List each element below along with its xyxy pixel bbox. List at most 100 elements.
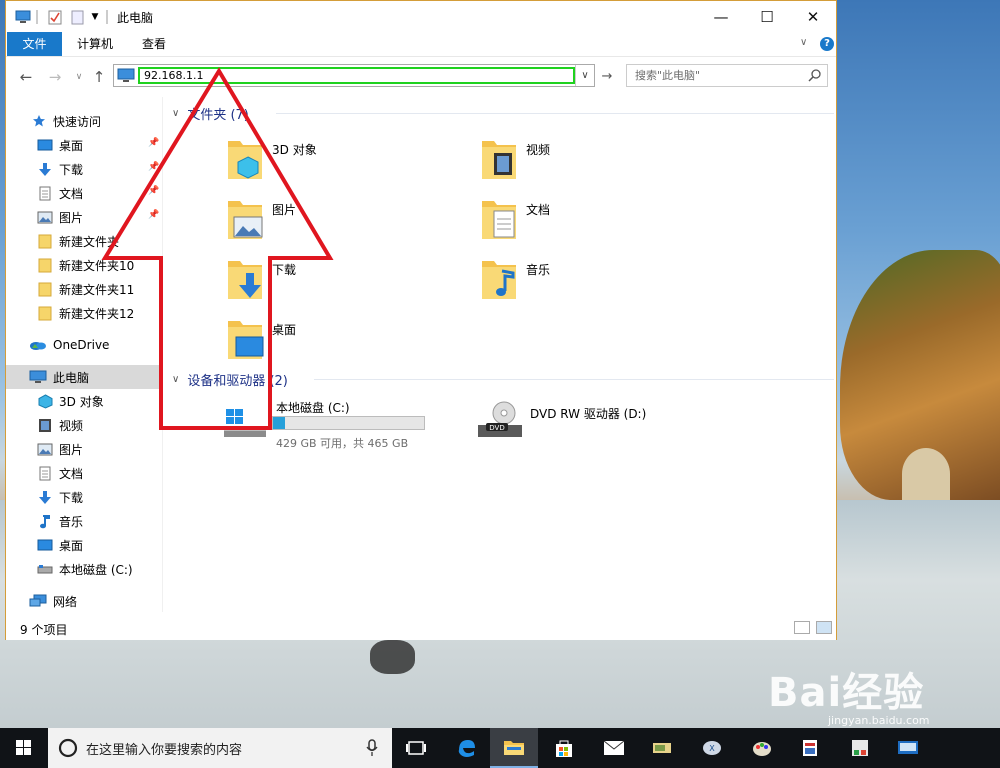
folder-tile-downloads[interactable]: 下载 [226,255,466,311]
sidebar-item-onedrive[interactable]: OneDrive [6,333,163,357]
picture-icon [37,441,53,457]
drive-label: DVD RW 驱动器 (D:) [530,407,647,421]
network-icon [29,593,47,609]
sidebar-item-new-folder[interactable]: 新建文件夹 [6,229,163,253]
new-folder-icon[interactable] [68,8,86,26]
taskbar: 在这里输入你要搜索的内容 X [0,728,1000,768]
pin-icon[interactable]: 📌 [148,186,159,196]
sidebar-item-label: 图片 [59,442,84,457]
search-input[interactable] [627,65,802,86]
folder-tile-3d-objects[interactable]: 3D 对象 [226,135,466,191]
folder-tile-desktop[interactable]: 桌面 [226,315,466,371]
sidebar-item-label: 3D 对象 [59,394,104,409]
folder-tile-music[interactable]: 音乐 [480,255,720,311]
pin-icon[interactable]: 📌 [148,210,159,220]
folders-group-header[interactable]: ∨ 文件夹 (7) [172,102,249,124]
edge-icon[interactable] [442,728,490,768]
sidebar-item-desktop-2[interactable]: 桌面 [6,533,163,557]
sidebar-item-network[interactable]: 网络 [6,589,163,613]
help-icon[interactable]: ? [820,37,834,51]
properties-icon[interactable] [46,8,64,26]
file-explorer-window: ▼ 此电脑 — ☐ ✕ 文件 计算机 查看 ∨ ? ← → ∨ ↑ ∨ → [5,0,837,640]
sidebar-item-pictures-2[interactable]: 图片 [6,437,163,461]
sidebar-item-new-folder-10[interactable]: 新建文件夹10 [6,253,163,277]
onedrive-icon [29,337,47,353]
drive-tile-dvd-d[interactable]: DVD DVD RW 驱动器 (D:) [476,395,746,451]
computer-icon [29,369,47,385]
file-explorer-icon[interactable] [490,728,538,768]
close-icon[interactable]: ✕ [790,1,836,32]
customize-toolbar-icon[interactable]: ▼ [88,8,102,26]
forward-icon[interactable]: → [44,66,66,88]
sidebar-item-music[interactable]: 音乐 [6,509,163,533]
tab-view[interactable]: 查看 [131,32,177,56]
sidebar-item-new-folder-11[interactable]: 新建文件夹11 [6,277,163,301]
baidu-jingyan-watermark: Bai经验 jingyan.baidu.com [768,660,930,727]
windows-start-icon[interactable] [0,728,48,768]
maximize-icon[interactable]: ☐ [744,1,790,32]
group-divider [314,379,834,380]
search-box[interactable] [626,64,828,87]
go-arrow-icon[interactable]: → [598,66,616,86]
mail-icon[interactable] [590,728,638,768]
document-icon [37,185,53,201]
minimize-icon[interactable]: — [698,1,744,32]
watermark-url: jingyan.baidu.com [828,714,930,727]
sidebar-item-label: 快速访问 [53,114,102,129]
address-dropdown-icon[interactable]: ∨ [575,65,594,86]
app-icon[interactable]: X [688,728,736,768]
app-icon[interactable] [786,728,834,768]
sidebar-item-3d-objects[interactable]: 3D 对象 [6,389,163,413]
paint-icon[interactable] [738,728,786,768]
pin-icon[interactable]: 📌 [148,138,159,148]
taskbar-search-box[interactable]: 在这里输入你要搜索的内容 [48,728,392,768]
address-input[interactable] [138,67,575,84]
divider [106,10,108,24]
sidebar-item-this-pc[interactable]: 此电脑 [6,365,163,389]
sidebar-item-documents[interactable]: 文档 📌 [6,181,163,205]
folder-tile-videos[interactable]: 视频 [480,135,720,191]
address-bar[interactable]: ∨ [113,64,595,87]
up-icon[interactable]: ↑ [88,66,110,88]
3d-objects-icon [37,393,53,409]
sidebar-item-local-disk-c[interactable]: 本地磁盘 (C:) [6,557,163,581]
sidebar-item-label: 此电脑 [53,370,90,385]
computer-icon [14,8,32,26]
title-bar[interactable]: ▼ 此电脑 — ☐ ✕ [6,1,836,32]
pin-icon[interactable]: 📌 [148,162,159,172]
drive-icon [37,561,53,577]
details-view-icon[interactable] [794,621,810,634]
folder-tile-documents[interactable]: 文档 [480,195,720,251]
task-view-icon[interactable] [392,728,440,768]
store-icon[interactable] [540,728,588,768]
cortana-icon[interactable] [58,738,78,758]
app-icon[interactable] [836,728,884,768]
sidebar-item-downloads-2[interactable]: 下载 [6,485,163,509]
app-icon[interactable] [638,728,686,768]
expand-ribbon-icon[interactable]: ∨ [800,37,807,48]
sidebar-item-label: 音乐 [59,514,84,529]
large-icons-view-icon[interactable] [816,621,832,634]
sidebar-item-documents-2[interactable]: 文档 [6,461,163,485]
sidebar-item-quick-access[interactable]: 快速访问 [6,109,163,133]
sidebar-item-pictures[interactable]: 图片 📌 [6,205,163,229]
group-divider [276,113,834,114]
tab-file[interactable]: 文件 [7,32,62,56]
search-icon[interactable] [808,68,822,82]
folder-tile-pictures[interactable]: 图片 [226,195,466,251]
sidebar-item-label: 新建文件夹11 [59,282,135,297]
back-icon[interactable]: ← [15,66,37,88]
desktop-bird [370,640,415,674]
sidebar-item-videos[interactable]: 视频 [6,413,163,437]
app-icon[interactable] [884,728,932,768]
collapse-chevron-icon[interactable]: ∨ [172,108,179,119]
recent-locations-icon[interactable]: ∨ [68,66,90,88]
tab-computer[interactable]: 计算机 [66,32,124,56]
sidebar-item-downloads[interactable]: 下载 📌 [6,157,163,181]
drives-group-header[interactable]: ∨ 设备和驱动器 (2) [172,368,288,390]
picture-icon [37,209,53,225]
collapse-chevron-icon[interactable]: ∨ [172,374,179,385]
sidebar-item-new-folder-12[interactable]: 新建文件夹12 [6,301,163,325]
microphone-icon[interactable] [366,739,378,757]
sidebar-item-desktop[interactable]: 桌面 📌 [6,133,163,157]
